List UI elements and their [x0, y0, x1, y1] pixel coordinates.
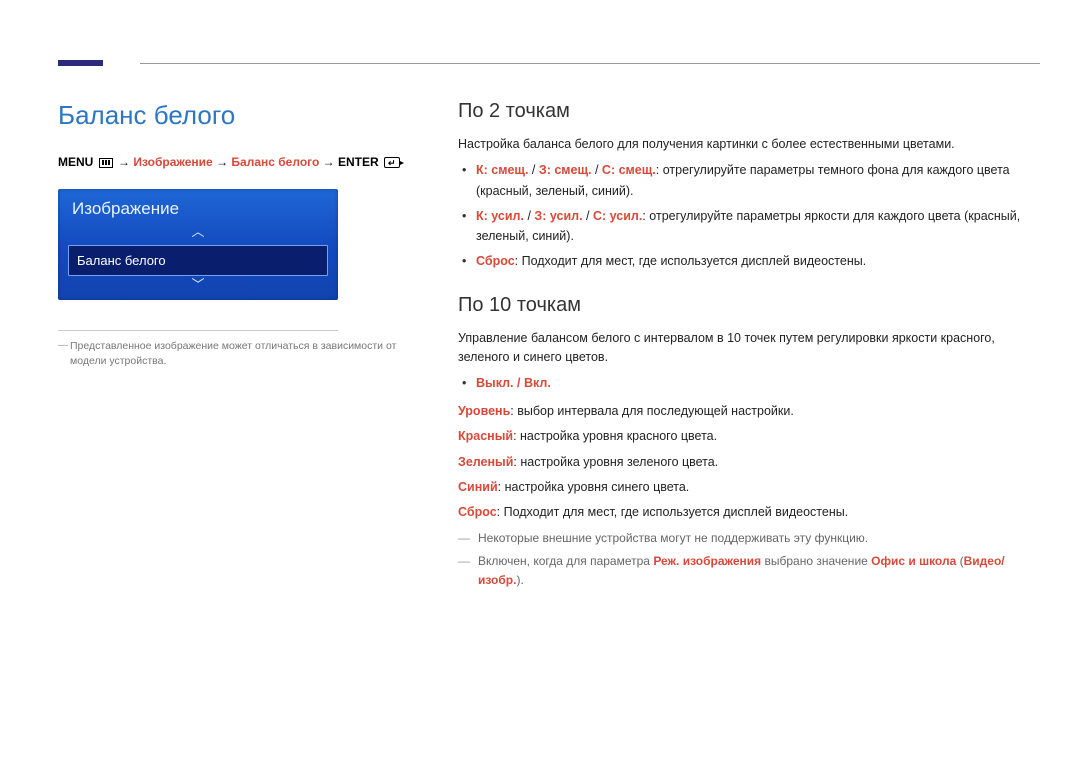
option-label: Сброс [476, 254, 515, 268]
header-divider [140, 63, 1040, 64]
header-accent-bar [58, 60, 103, 66]
setting-line: Уровень: выбор интервала для последующей… [458, 402, 1040, 421]
note-text: ). [516, 573, 523, 587]
option-label: Сброс [458, 505, 497, 519]
chevron-up-icon: ︿ [191, 225, 204, 239]
footnote-enabled-when: Включен, когда для параметра Реж. изобра… [458, 552, 1040, 590]
footnote-compat: Некоторые внешние устройства могут не по… [458, 529, 1040, 548]
note-text: Включен, когда для параметра [478, 554, 653, 568]
osd-up-arrow[interactable]: ︿ [58, 225, 338, 243]
list-item: К: смещ. / З: смещ. / С: смещ.: отрегули… [476, 160, 1040, 201]
option-description: : Подходит для мест, где используется ди… [515, 254, 867, 268]
menu-grid-icon [99, 158, 113, 168]
bullet-list-2points: К: смещ. / З: смещ. / С: смещ.: отрегули… [458, 160, 1040, 271]
option-label: Синий [458, 480, 498, 494]
note-highlight: Офис и школа [871, 554, 956, 568]
note-text: выбрано значение [761, 554, 871, 568]
section-intro-10points: Управление балансом белого с интервалом … [458, 329, 1040, 368]
option-label: К: смещ. [476, 163, 528, 177]
option-description: : настройка уровня синего цвета. [498, 480, 690, 494]
osd-menu-title: Изображение [58, 189, 338, 225]
breadcrumb-arrow: → [118, 155, 133, 169]
option-description: : выбор интервала для последующей настро… [510, 404, 794, 418]
option-label: Зеленый [458, 455, 513, 469]
option-description: : Подходит для мест, где используется ди… [497, 505, 849, 519]
breadcrumb-menu-label: MENU [58, 155, 93, 169]
breadcrumb-enter-label: ENTER [338, 155, 379, 169]
image-disclaimer-footnote: Представленное изображение может отличат… [58, 339, 418, 369]
page-title: Баланс белого [58, 100, 418, 131]
list-item: Выкл. / Вкл. [476, 373, 1040, 394]
section-heading-10points: По 10 точкам [458, 294, 1040, 317]
bullet-list-10points-toggle: Выкл. / Вкл. [458, 373, 1040, 394]
note-highlight: Реж. изображения [653, 554, 761, 568]
setting-line: Зеленый: настройка уровня зеленого цвета… [458, 453, 1040, 472]
option-label: З: смещ. [539, 163, 592, 177]
option-label: Уровень [458, 404, 510, 418]
breadcrumb-step-1: Изображение [133, 155, 212, 169]
list-item: К: усил. / З: усил. / С: усил.: отрегули… [476, 206, 1040, 247]
breadcrumb-arrow: → [323, 155, 338, 169]
option-description: : настройка уровня красного цвета. [513, 429, 717, 443]
list-item: Сброс: Подходит для мест, где использует… [476, 251, 1040, 272]
setting-line: Сброс: Подходит для мест, где использует… [458, 503, 1040, 522]
option-label: З: усил. [534, 209, 582, 223]
breadcrumb: MENU → Изображение → Баланс белого → ENT… [58, 153, 418, 171]
option-label: Красный [458, 429, 513, 443]
enter-icon [384, 157, 400, 168]
option-label: С: смещ. [602, 163, 656, 177]
breadcrumb-arrow: → [216, 155, 231, 169]
breadcrumb-step-2: Баланс белого [231, 155, 319, 169]
osd-down-arrow[interactable]: ﹀ [58, 278, 338, 296]
toggle-options: Выкл. / Вкл. [476, 376, 551, 390]
osd-menu-preview: Изображение ︿ Баланс белого ﹀ [58, 189, 338, 300]
note-text: ( [956, 554, 963, 568]
section-heading-2points: По 2 точкам [458, 100, 1040, 123]
setting-line: Красный: настройка уровня красного цвета… [458, 427, 1040, 446]
option-description: : настройка уровня зеленого цвета. [513, 455, 718, 469]
osd-menu-item-selected[interactable]: Баланс белого [68, 245, 328, 276]
option-label: С: усил. [593, 209, 642, 223]
option-label: К: усил. [476, 209, 524, 223]
left-divider [58, 330, 338, 331]
chevron-down-icon: ﹀ [191, 278, 204, 292]
section-intro-2points: Настройка баланса белого для получения к… [458, 135, 1040, 154]
setting-line: Синий: настройка уровня синего цвета. [458, 478, 1040, 497]
